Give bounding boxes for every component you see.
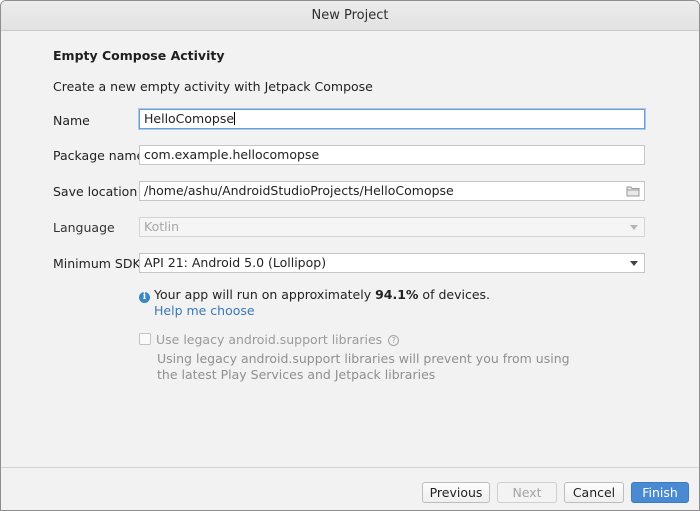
save-location-label: Save location	[53, 184, 138, 199]
folder-icon[interactable]	[626, 185, 640, 197]
chevron-down-icon	[630, 225, 638, 230]
save-location-input[interactable]: /home/ashu/AndroidStudioProjects/HelloCo…	[139, 181, 645, 201]
minimum-sdk-select[interactable]: API 21: Android 5.0 (Lollipop)	[139, 253, 645, 273]
text-caret	[234, 112, 236, 125]
finish-button[interactable]: Finish	[631, 482, 689, 503]
next-button: Next	[497, 482, 557, 503]
info-suffix: of devices.	[418, 287, 490, 302]
dialog-footer: Previous Next Cancel Finish	[1, 467, 699, 510]
page-description: Create a new empty activity with Jetpack…	[53, 79, 373, 94]
page-heading: Empty Compose Activity	[53, 48, 225, 63]
new-project-dialog: New Project Empty Compose Activity Creat…	[0, 0, 700, 511]
legacy-libraries-label: Use legacy android.support libraries	[156, 332, 383, 347]
cancel-button[interactable]: Cancel	[564, 482, 624, 503]
dialog-content: Empty Compose Activity Create a new empt…	[1, 31, 699, 467]
help-me-choose-link[interactable]: Help me choose	[154, 303, 255, 318]
coverage-percent: 94.1%	[375, 287, 419, 302]
language-select: Kotlin	[139, 217, 645, 237]
device-coverage-info: i Your app will run on approximately 94.1…	[139, 287, 490, 303]
info-prefix: Your app will run on approximately	[154, 287, 376, 302]
chevron-down-icon[interactable]	[630, 261, 638, 266]
previous-button[interactable]: Previous	[422, 482, 490, 503]
name-input[interactable]: HelloComopse	[139, 109, 645, 129]
legacy-libraries-option: Use legacy android.support libraries?	[139, 332, 400, 347]
minimum-sdk-label: Minimum SDK	[53, 256, 141, 271]
package-name-value: com.example.hellocomopse	[144, 147, 320, 162]
language-label: Language	[53, 220, 115, 235]
legacy-libraries-description: Using legacy android.support libraries w…	[157, 351, 570, 382]
minimum-sdk-value: API 21: Android 5.0 (Lollipop)	[144, 255, 327, 270]
name-input-value: HelloComopse	[144, 111, 235, 126]
language-value: Kotlin	[144, 219, 179, 234]
save-location-value: /home/ashu/AndroidStudioProjects/HelloCo…	[144, 183, 454, 198]
help-icon: ?	[388, 335, 400, 346]
package-name-input[interactable]: com.example.hellocomopse	[139, 145, 645, 165]
legacy-libraries-checkbox	[139, 333, 151, 345]
info-icon: i	[139, 292, 150, 303]
window-title: New Project	[1, 1, 699, 31]
package-name-label: Package name	[53, 148, 145, 163]
name-label: Name	[53, 113, 90, 128]
